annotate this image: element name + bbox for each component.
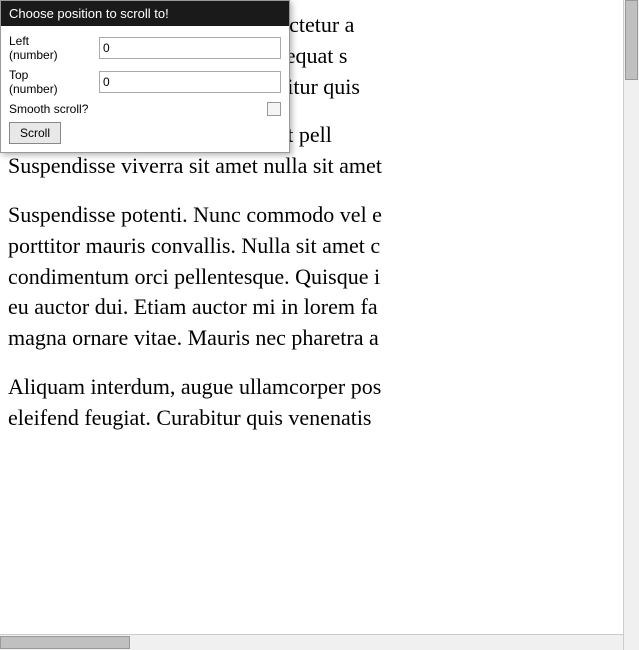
popup-body: Left(number) Top(number) Smooth scroll? … <box>1 26 289 152</box>
vertical-scrollbar-thumb[interactable] <box>625 0 638 80</box>
scroll-position-popup: Choose position to scroll to! Left(numbe… <box>0 0 290 153</box>
horizontal-scrollbar-track[interactable] <box>0 634 623 650</box>
scroll-btn-row: Scroll <box>9 122 281 144</box>
scroll-button[interactable]: Scroll <box>9 122 61 144</box>
vertical-scrollbar-track[interactable] <box>623 0 639 650</box>
left-row: Left(number) <box>9 34 281 62</box>
left-input[interactable] <box>99 37 281 59</box>
top-row: Top(number) <box>9 68 281 96</box>
horizontal-scrollbar-thumb[interactable] <box>0 636 130 649</box>
content-para-3: Suspendisse potenti. Nunc commodo vel e … <box>8 200 639 354</box>
smooth-scroll-checkbox[interactable] <box>267 102 281 116</box>
smooth-scroll-label: Smooth scroll? <box>9 102 267 116</box>
top-input[interactable] <box>99 71 281 93</box>
left-label: Left(number) <box>9 34 99 62</box>
content-para-4: Aliquam interdum, augue ullamcorper pos … <box>8 372 639 434</box>
smooth-scroll-row: Smooth scroll? <box>9 102 281 116</box>
top-label: Top(number) <box>9 68 99 96</box>
popup-header: Choose position to scroll to! <box>1 1 289 26</box>
